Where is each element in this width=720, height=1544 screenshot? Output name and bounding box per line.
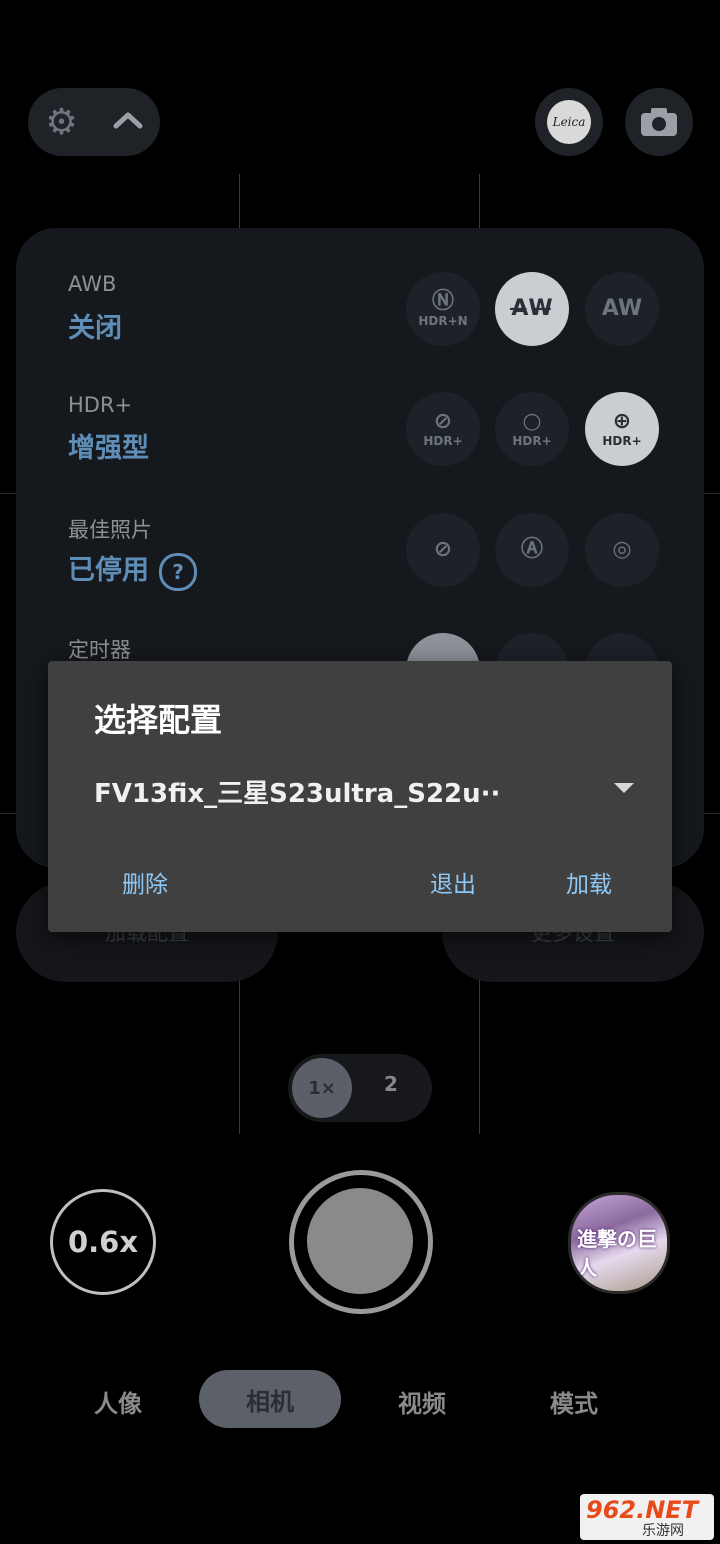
config-dropdown[interactable]: FV13fix_三星S23ultra_S22u·· — [94, 771, 634, 811]
dialog-title: 选择配置 — [94, 701, 223, 739]
camera-switch-button[interactable] — [625, 88, 693, 156]
mode-more[interactable]: 模式 — [550, 1384, 598, 1419]
zoom-toggle[interactable]: 1× 2 — [288, 1054, 432, 1122]
hdr-icon[interactable]: ○ HDR+ — [495, 392, 569, 466]
select-config-dialog: 选择配置 FV13fix_三星S23ultra_S22u·· 删除 退出 加载 — [48, 661, 672, 932]
aw-icon[interactable]: AW — [585, 272, 659, 346]
zoom-2x-button[interactable]: 2 — [384, 1072, 398, 1096]
leica-button[interactable]: Leica — [535, 88, 603, 156]
zoom-1x-button[interactable]: 1× — [292, 1058, 352, 1118]
awb-value: 关闭 — [68, 313, 122, 344]
hdr-night-icon[interactable]: Ⓝ HDR+N — [406, 272, 480, 346]
load-button[interactable]: 加载 — [566, 865, 612, 899]
watermark-logo: 962.NET 乐游网 — [580, 1494, 714, 1540]
mode-portrait[interactable]: 人像 — [94, 1384, 142, 1419]
hdr-value: 增强型 — [68, 433, 149, 464]
aw-off-icon[interactable]: A̶W̶ — [495, 272, 569, 346]
best-shot-value-row: 已停用? — [68, 548, 197, 591]
gear-icon[interactable]: ⚙ — [45, 102, 77, 143]
best-shot-value: 已停用 — [68, 555, 149, 586]
hdr-enhanced-icon[interactable]: ⊕ HDR+ — [585, 392, 659, 466]
best-shot-off-icon[interactable]: ⊘ — [406, 513, 480, 587]
dropdown-arrow-icon[interactable] — [614, 783, 634, 793]
timer-label: 定时器 — [68, 638, 131, 662]
best-shot-auto-icon[interactable]: Ⓐ — [495, 513, 569, 587]
mode-camera[interactable]: 相机 — [199, 1370, 341, 1428]
shutter-button[interactable] — [307, 1188, 413, 1294]
mode-video[interactable]: 视频 — [398, 1384, 446, 1419]
camera-icon — [641, 108, 677, 136]
wide-lens-button[interactable]: 0.6x — [50, 1189, 156, 1295]
help-icon[interactable]: ? — [159, 552, 197, 591]
hdr-off-icon[interactable]: ⊘ HDR+ — [406, 392, 480, 466]
chevron-up-icon[interactable] — [113, 111, 143, 133]
delete-button[interactable]: 删除 — [122, 865, 168, 899]
best-shot-label: 最佳照片 — [68, 518, 152, 542]
hdr-label: HDR+ — [68, 393, 133, 417]
best-shot-on-icon[interactable]: ◎ — [585, 513, 659, 587]
config-selected-value: FV13fix_三星S23ultra_S22u·· — [94, 778, 501, 809]
awb-label: AWB — [68, 272, 117, 296]
gallery-thumbnail[interactable]: 進撃の巨人 — [568, 1192, 670, 1294]
settings-toggle-pill[interactable]: ⚙ — [28, 88, 160, 156]
watermark-subtext: 乐游网 — [642, 1523, 684, 1539]
thumbnail-text: 進撃の巨人 — [577, 1227, 657, 1280]
leica-logo: Leica — [547, 100, 591, 144]
exit-button[interactable]: 退出 — [430, 865, 476, 899]
